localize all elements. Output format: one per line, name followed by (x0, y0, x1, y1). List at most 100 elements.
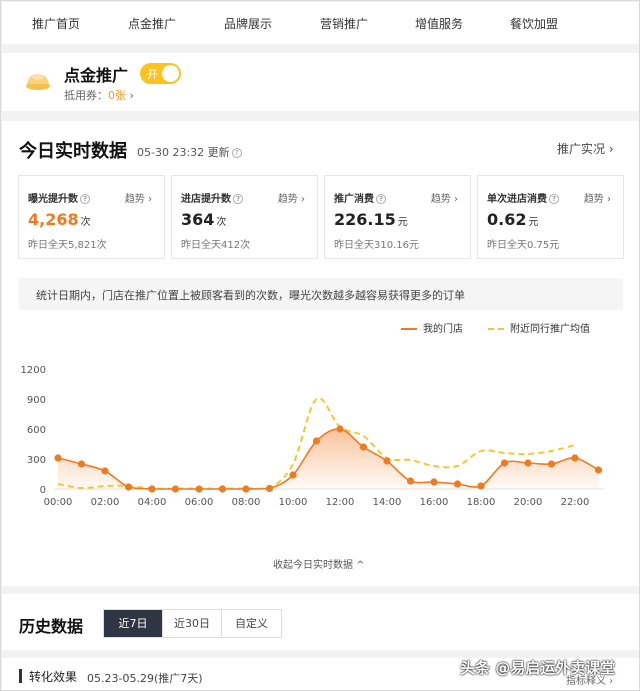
x-tick-label: 10:00 (279, 497, 308, 508)
update-time-text: 05-30 23:32 更新 (137, 146, 230, 159)
metric-yesterday: 昨日全天5,821次 (28, 240, 107, 251)
help-icon[interactable]: ? (231, 148, 242, 158)
x-tick-label: 16:00 (420, 497, 449, 508)
metric-label: 推广消费? (334, 190, 386, 205)
top-nav: 推广首页 点金推广 品牌展示 营销推广 增值服务 餐饮加盟 (2, 2, 639, 44)
metric-card-cost-per-visit[interactable]: 单次进店消费? 趋势 › 0.62 元 昨日全天0.75元 (477, 175, 624, 259)
update-time: 05-30 23:32 更新? (137, 144, 242, 160)
data-point-my-store (359, 443, 368, 451)
legend-label: 我的门店 (423, 324, 463, 335)
gold-promo-card: 点金推广 开 抵用券：0张 › (2, 53, 639, 111)
legend-item-my-store: 我的门店 (401, 320, 463, 335)
x-tick-label: 14:00 (373, 497, 402, 508)
voucher-label: 抵用券： (64, 89, 108, 102)
legend-swatch-dashed (488, 328, 504, 330)
voucher-count: 0张 (108, 89, 126, 102)
data-point-my-store (77, 460, 86, 468)
x-tick-label: 20:00 (514, 497, 543, 508)
metric-value: 364 次 (181, 210, 227, 229)
promo-live-link[interactable]: 推广实况 › (557, 140, 614, 157)
nav-item-value-added[interactable]: 增值服务 (415, 15, 463, 32)
history-section: 历史数据 近7日 近30日 自定义 (2, 594, 639, 650)
data-point-my-store (242, 485, 250, 493)
trend-link[interactable]: 趋势 › (125, 190, 152, 205)
tab-30-days[interactable]: 近30日 (163, 610, 222, 637)
metric-value: 226.15 元 (334, 210, 408, 229)
data-point-my-store (477, 482, 485, 490)
gold-promo-title: 点金推广 (64, 66, 129, 85)
metric-value: 4,268 次 (28, 210, 91, 229)
nav-item-gold-promo[interactable]: 点金推广 (128, 15, 176, 32)
nav-item-home[interactable]: 推广首页 (32, 15, 80, 32)
nav-item-marketing[interactable]: 营销推广 (320, 15, 368, 32)
tab-custom[interactable]: 自定义 (222, 610, 281, 637)
data-point-my-store (101, 467, 109, 475)
data-point-my-store (54, 454, 62, 462)
history-range-tabs: 近7日 近30日 自定义 (103, 609, 282, 638)
data-point-my-store (524, 459, 532, 467)
metric-value: 0.62 元 (487, 210, 539, 229)
data-point-my-store (265, 484, 274, 493)
data-point-my-store (218, 485, 227, 493)
help-icon[interactable]: ? (80, 194, 90, 204)
watermark: 头条 @易启运外卖课堂 (460, 659, 616, 677)
toggle-label: 开 (147, 68, 158, 81)
x-tick-label: 06:00 (185, 497, 214, 508)
data-point-my-store (289, 471, 297, 479)
help-icon[interactable]: ? (376, 194, 386, 204)
x-tick-label: 12:00 (326, 497, 355, 508)
y-tick-label: 1200 (21, 365, 46, 376)
data-point-my-store (148, 485, 156, 493)
y-tick-label: 0 (40, 485, 46, 496)
help-icon[interactable]: ? (233, 194, 243, 204)
y-tick-label: 600 (27, 425, 46, 436)
promo-toggle[interactable]: 开 (140, 63, 181, 84)
legend-label: 附近同行推广均值 (510, 324, 590, 335)
help-icon[interactable]: ? (549, 194, 559, 204)
conversion-range: 05.23-05.29(推广7天) (87, 672, 203, 685)
data-point-my-store (195, 485, 203, 493)
metric-card-spend[interactable]: 推广消费? 趋势 › 226.15 元 昨日全天310.16元 (324, 175, 471, 259)
x-tick-label: 08:00 (232, 497, 261, 508)
data-point-my-store (547, 460, 556, 468)
x-tick-label: 00:00 (44, 497, 73, 508)
x-tick-label: 02:00 (91, 497, 120, 508)
toggle-knob (162, 65, 179, 82)
history-title: 历史数据 (19, 617, 84, 636)
section-marker (19, 669, 22, 683)
data-point-my-store (171, 485, 180, 493)
gold-ingot-icon (26, 74, 50, 90)
voucher-link[interactable]: 抵用券：0张 › (64, 87, 134, 103)
trend-link[interactable]: 趋势 › (278, 190, 305, 205)
metric-label: 单次进店消费? (487, 190, 559, 205)
metric-label: 曝光提升数? (28, 190, 90, 205)
metric-yesterday: 昨日全天0.75元 (487, 240, 560, 251)
metric-yesterday: 昨日全天412次 (181, 240, 251, 251)
x-tick-label: 18:00 (467, 497, 496, 508)
data-point-my-store (406, 477, 415, 485)
data-point-my-store (594, 466, 603, 474)
metric-label: 进店提升数? (181, 190, 243, 205)
metric-card-exposure[interactable]: 曝光提升数? 趋势 › 4,268 次 昨日全天5,821次 (18, 175, 165, 259)
x-tick-label: 04:00 (138, 497, 167, 508)
page-frame: 推广首页 点金推广 品牌展示 营销推广 增值服务 餐饮加盟 点金推广 开 抵用券… (0, 0, 640, 691)
trend-link[interactable]: 趋势 › (584, 190, 611, 205)
trend-link[interactable]: 趋势 › (431, 190, 458, 205)
nav-item-franchise[interactable]: 餐饮加盟 (510, 15, 558, 32)
series-area-my-store (58, 428, 599, 489)
metric-card-visits[interactable]: 进店提升数? 趋势 › 364 次 昨日全天412次 (171, 175, 318, 259)
metric-description: 统计日期内，门店在推广位置上被顾客看到的次数，曝光次数越多越容易获得更多的订单 (19, 278, 623, 310)
nav-item-brand[interactable]: 品牌展示 (224, 15, 272, 32)
y-tick-label: 300 (27, 455, 46, 466)
collapse-realtime-link[interactable]: 收起今日实时数据 ^ (273, 556, 365, 571)
tab-7-days[interactable]: 近7日 (104, 610, 163, 637)
data-point-my-store (312, 437, 321, 445)
conversion-title: 转化效果 (29, 670, 78, 684)
data-point-my-store (453, 480, 462, 488)
chevron-right-icon: › (129, 89, 134, 102)
realtime-line-chart: 0 300 600 900 1200 00:00 02:00 04:00 06:00 08:00 1… (21, 365, 605, 508)
realtime-data-card: 今日实时数据 05-30 23:32 更新? 推广实况 › 曝光提升数? 趋势 … (2, 121, 639, 586)
data-point-my-store (500, 459, 509, 467)
data-point-my-store (571, 454, 579, 462)
legend-item-peer-avg: 附近同行推广均值 (488, 320, 590, 335)
